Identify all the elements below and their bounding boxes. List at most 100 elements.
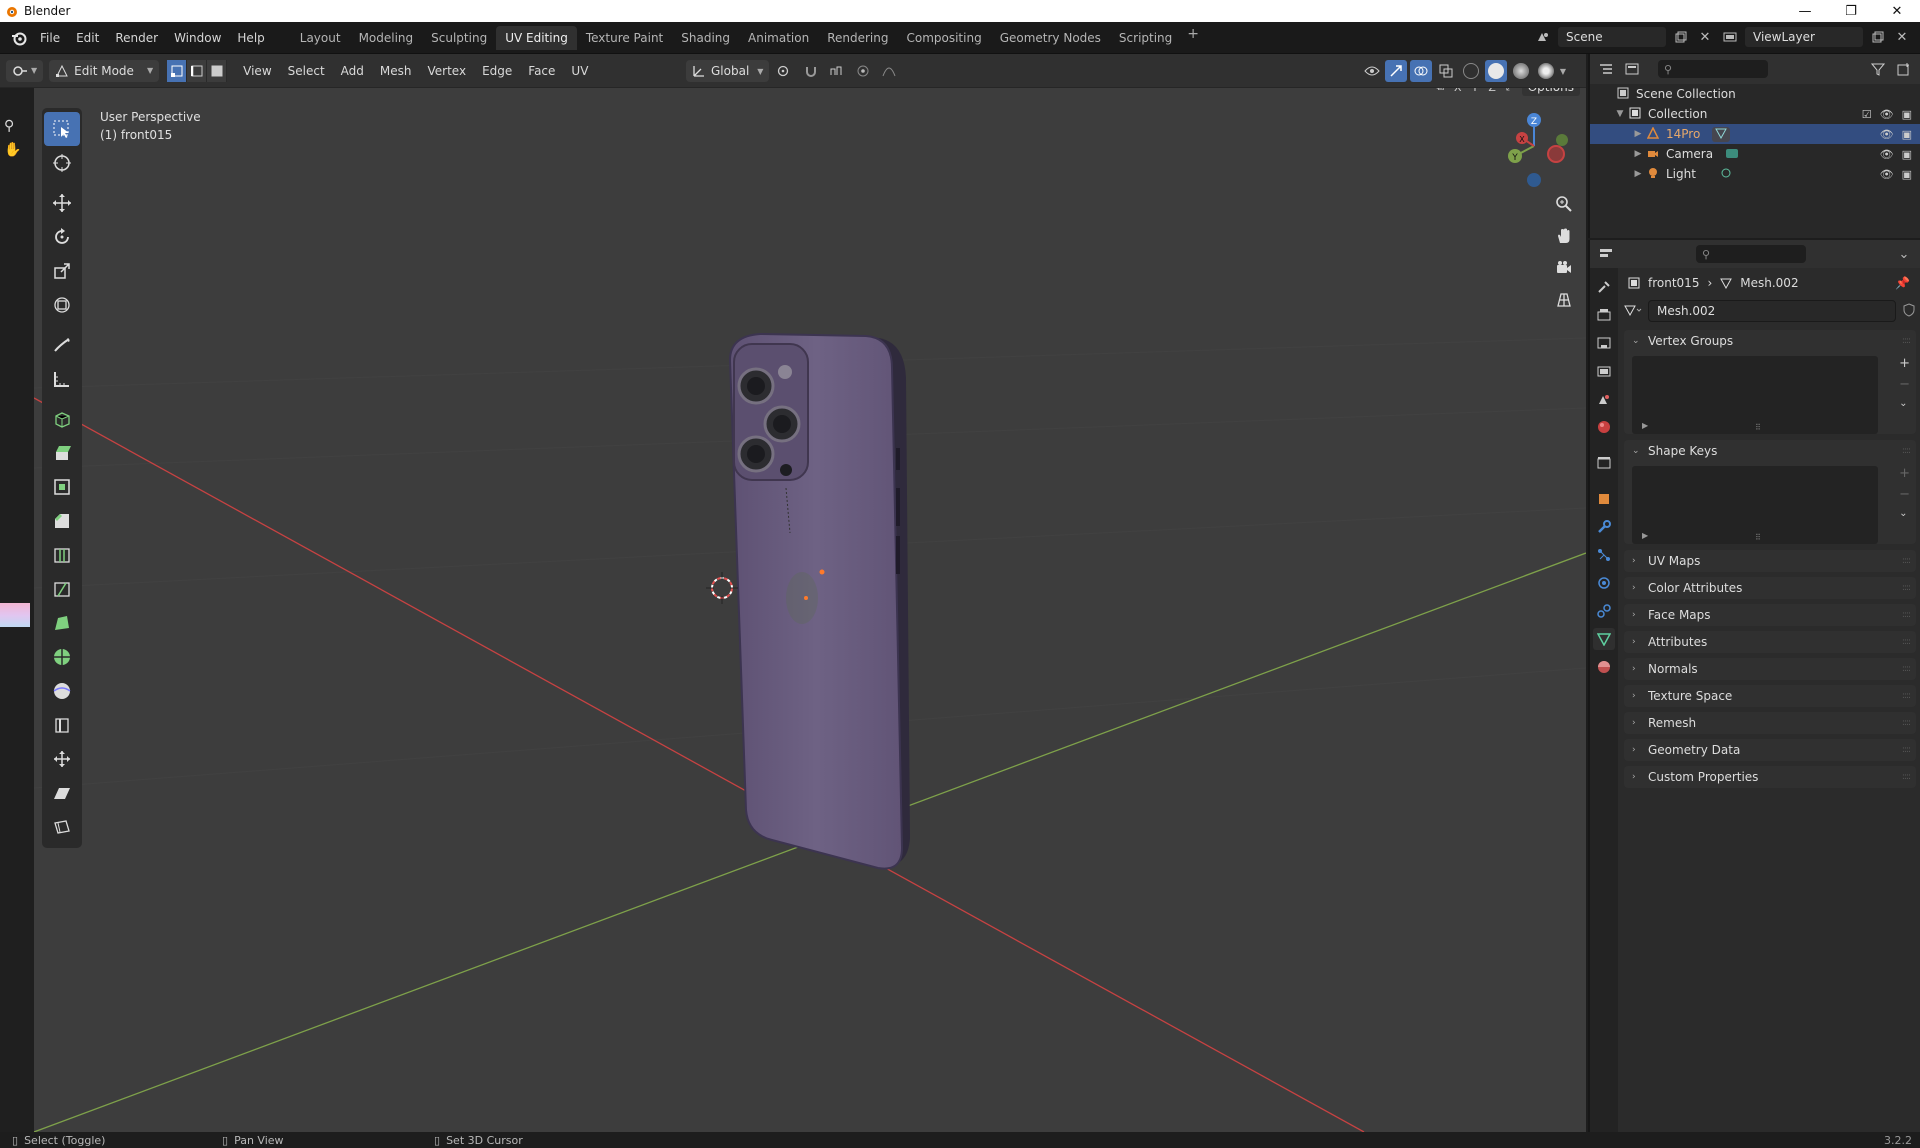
rendered-shading-button[interactable] <box>1535 60 1557 82</box>
tab-layout[interactable]: Layout <box>291 26 350 50</box>
normals-panel[interactable]: › Normals:::: <box>1624 658 1916 680</box>
camera-view-icon[interactable] <box>1552 256 1576 280</box>
expand-arrow-icon[interactable]: ▶ <box>1632 149 1644 159</box>
xray-toggle-button[interactable] <box>1435 60 1457 82</box>
color-attributes-panel[interactable]: › Color Attributes:::: <box>1624 577 1916 599</box>
outliner-editor-type-icon[interactable] <box>1596 58 1616 80</box>
delete-view-layer-icon[interactable]: ✕ <box>1892 26 1912 48</box>
mirror-y-toggle[interactable]: Y <box>1469 88 1482 94</box>
shrink-fatten-tool[interactable] <box>42 742 82 776</box>
scale-tool[interactable] <box>42 254 82 288</box>
constraints-tab-icon[interactable] <box>1593 600 1615 622</box>
list-resize-handle-icon[interactable]: ⠿ <box>1755 533 1761 542</box>
edge-slide-tool[interactable] <box>42 708 82 742</box>
close-button[interactable]: ✕ <box>1874 0 1920 22</box>
vertex-select-button[interactable] <box>167 59 188 82</box>
orientation-selector[interactable]: Global ▼ <box>686 60 770 82</box>
menu-render[interactable]: Render <box>107 27 166 49</box>
camera-render-icon[interactable]: ▣ <box>1902 128 1912 141</box>
zoom-icon[interactable]: ⚲ <box>4 118 14 134</box>
editor-type-button[interactable]: ▼ <box>6 59 44 82</box>
tab-scripting[interactable]: Scripting <box>1110 26 1181 50</box>
drag-handle-icon[interactable]: :::: <box>1902 446 1911 456</box>
physics-tab-icon[interactable] <box>1593 572 1615 594</box>
modifier-wrench-icon[interactable] <box>1593 516 1615 538</box>
properties-editor-type-icon[interactable] <box>1596 243 1616 265</box>
drag-handle-icon[interactable]: :::: <box>1902 772 1911 782</box>
menu-window[interactable]: Window <box>166 27 229 49</box>
expand-arrow-icon[interactable]: ▶ <box>1632 129 1644 139</box>
menu-help[interactable]: Help <box>229 27 272 49</box>
spin-tool[interactable] <box>42 640 82 674</box>
falloff-curve-icon[interactable] <box>879 60 899 82</box>
display-mode-icon[interactable] <box>1622 58 1642 80</box>
pivot-point-icon[interactable] <box>775 60 795 82</box>
eye-icon[interactable]: 👁 <box>1880 168 1894 181</box>
shear-tool[interactable] <box>42 776 82 810</box>
inset-tool[interactable] <box>42 470 82 504</box>
tool-tab-icon[interactable] <box>1593 276 1615 298</box>
shape-keys-header[interactable]: ⌄ Shape Keys :::: <box>1624 440 1916 462</box>
rip-region-tool[interactable] <box>42 810 82 844</box>
minimize-button[interactable]: — <box>1782 0 1828 22</box>
expand-arrow-icon[interactable]: ▼ <box>1614 109 1626 119</box>
options-dropdown[interactable]: Options <box>1521 88 1580 96</box>
select-box-tool[interactable] <box>44 112 80 146</box>
tab-texture-paint[interactable]: Texture Paint <box>577 26 672 50</box>
collection-row[interactable]: ▼ Collection ☑ 👁 ▣ <box>1590 104 1920 124</box>
vertex-group-specials-icon[interactable]: ⌄ <box>1899 398 1910 409</box>
knife-tool[interactable] <box>42 572 82 606</box>
drag-handle-icon[interactable]: :::: <box>1902 583 1911 593</box>
poly-build-tool[interactable] <box>42 606 82 640</box>
mesh-data-icon[interactable] <box>1712 126 1731 142</box>
solid-shading-button[interactable] <box>1484 60 1507 82</box>
3d-cursor-icon[interactable] <box>706 572 738 604</box>
drag-handle-icon[interactable]: :::: <box>1902 610 1911 620</box>
menu-face[interactable]: Face <box>520 60 563 82</box>
move-tool[interactable] <box>42 186 82 220</box>
drag-handle-icon[interactable]: :::: <box>1902 718 1911 728</box>
hand-icon[interactable]: ✋ <box>4 142 21 158</box>
maximize-button[interactable]: ❐ <box>1828 0 1874 22</box>
menu-select[interactable]: Select <box>280 60 333 82</box>
drag-handle-icon[interactable]: :::: <box>1902 637 1911 647</box>
properties-search-input[interactable]: ⚲ <box>1696 245 1806 263</box>
chevron-down-icon[interactable]: ⌄ <box>1894 243 1914 265</box>
rotate-tool[interactable] <box>42 220 82 254</box>
view-layer-name-field[interactable]: ViewLayer <box>1744 26 1864 48</box>
shape-key-specials-icon[interactable]: ⌄ <box>1899 508 1910 519</box>
wireframe-shading-button[interactable] <box>1460 60 1482 82</box>
show-overlays-button[interactable] <box>1409 60 1432 82</box>
menu-uv[interactable]: UV <box>563 60 596 82</box>
eye-icon[interactable]: 👁 <box>1880 148 1894 161</box>
3d-viewport[interactable]: Z Y X User Perspective (1) front015 ⧉ X … <box>34 88 1586 1132</box>
object-tab-icon[interactable] <box>1593 488 1615 510</box>
particles-tab-icon[interactable] <box>1593 544 1615 566</box>
material-tab-icon[interactable] <box>1593 656 1615 678</box>
tab-shading[interactable]: Shading <box>672 26 739 50</box>
eye-icon[interactable]: 👁 <box>1880 108 1894 121</box>
camera-render-icon[interactable]: ▣ <box>1902 148 1912 161</box>
pin-icon[interactable]: 📌 <box>1895 276 1910 290</box>
new-scene-icon[interactable] <box>1671 26 1691 48</box>
expand-arrow-icon[interactable]: ▶ <box>1632 169 1644 179</box>
texture-space-panel[interactable]: › Texture Space:::: <box>1624 685 1916 707</box>
render-tab-icon[interactable] <box>1593 304 1615 326</box>
mesh-browse-icon[interactable] <box>1624 304 1642 319</box>
vertex-groups-header[interactable]: ⌄ Vertex Groups :::: <box>1624 330 1916 352</box>
tab-geometry-nodes[interactable]: Geometry Nodes <box>991 26 1110 50</box>
list-expand-icon[interactable]: ▶ <box>1642 421 1648 430</box>
add-vertex-group-icon[interactable]: + <box>1899 356 1910 371</box>
remove-shape-key-icon[interactable]: − <box>1899 487 1910 502</box>
drag-handle-icon[interactable]: :::: <box>1902 745 1911 755</box>
menu-add[interactable]: Add <box>333 60 372 82</box>
smooth-tool[interactable] <box>42 674 82 708</box>
fake-user-shield-icon[interactable] <box>1902 302 1916 320</box>
mesh-name-field[interactable]: Mesh.002 <box>1648 300 1896 322</box>
drag-handle-icon[interactable]: :::: <box>1902 691 1911 701</box>
tab-compositing[interactable]: Compositing <box>897 26 990 50</box>
menu-edge[interactable]: Edge <box>474 60 520 82</box>
vertex-groups-list[interactable]: ▶ ⠿ + − ⌄ <box>1632 356 1910 434</box>
face-maps-panel[interactable]: › Face Maps:::: <box>1624 604 1916 626</box>
scene-collection-row[interactable]: Scene Collection <box>1590 84 1920 104</box>
